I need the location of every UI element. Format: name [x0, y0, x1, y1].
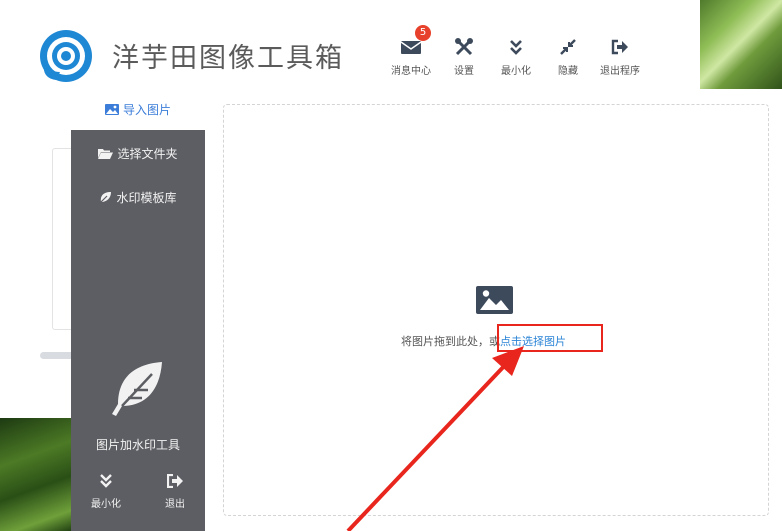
sidebar-minimize-button[interactable]: 最小化 — [84, 474, 128, 510]
sidebar-item-label: 水印模板库 — [116, 190, 177, 205]
sidebar-item-watermark-templates[interactable]: 水印模板库 — [71, 182, 205, 212]
leaf-icon — [99, 191, 112, 204]
drop-hint-text: 将图片拖到此处， — [401, 335, 489, 348]
message-count-badge: 5 — [415, 25, 431, 41]
sidebar-item-label: 导入图片 — [122, 103, 171, 117]
double-chevron-down-icon — [100, 474, 112, 488]
image-placeholder-icon — [476, 286, 513, 314]
sidebar-exit-label: 退出 — [165, 499, 185, 510]
sidebar-item-select-folder[interactable]: 选择文件夹 — [71, 138, 205, 168]
hide-label: 隐藏 — [558, 66, 578, 77]
sign-out-icon — [166, 473, 183, 489]
picture-icon — [104, 104, 119, 115]
app-title: 洋芋田图像工具箱 — [112, 43, 344, 74]
messages-button[interactable]: 5 消息中心 — [391, 25, 431, 77]
messages-label: 消息中心 — [391, 66, 431, 77]
brand-name: 图片加水印工具 — [95, 438, 180, 452]
settings-label: 设置 — [454, 66, 474, 77]
settings-button[interactable]: 设置 — [454, 36, 474, 77]
background-foliage-right — [700, 0, 782, 90]
annotation-highlight-box — [497, 324, 603, 352]
feather-logo-icon — [112, 362, 162, 416]
minimize-button[interactable]: 最小化 — [501, 36, 531, 77]
folder-open-icon — [98, 148, 114, 159]
app-logo — [40, 30, 92, 82]
sidebar-item-import-images[interactable]: 导入图片 — [71, 89, 205, 130]
sidebar-minimize-label: 最小化 — [91, 499, 121, 510]
background-foliage-left — [0, 418, 72, 531]
double-chevron-down-icon — [510, 40, 522, 55]
minimize-label: 最小化 — [501, 66, 531, 77]
compress-icon — [560, 39, 576, 55]
exit-program-label: 退出程序 — [600, 66, 640, 77]
tools-icon — [455, 38, 473, 56]
sidebar-exit-button[interactable]: 退出 — [153, 473, 197, 510]
exit-program-button[interactable]: 退出程序 — [600, 36, 640, 77]
hide-button[interactable]: 隐藏 — [558, 36, 578, 77]
sign-out-icon — [611, 39, 628, 55]
envelope-icon — [400, 41, 422, 54]
sidebar-item-label: 选择文件夹 — [117, 146, 178, 161]
